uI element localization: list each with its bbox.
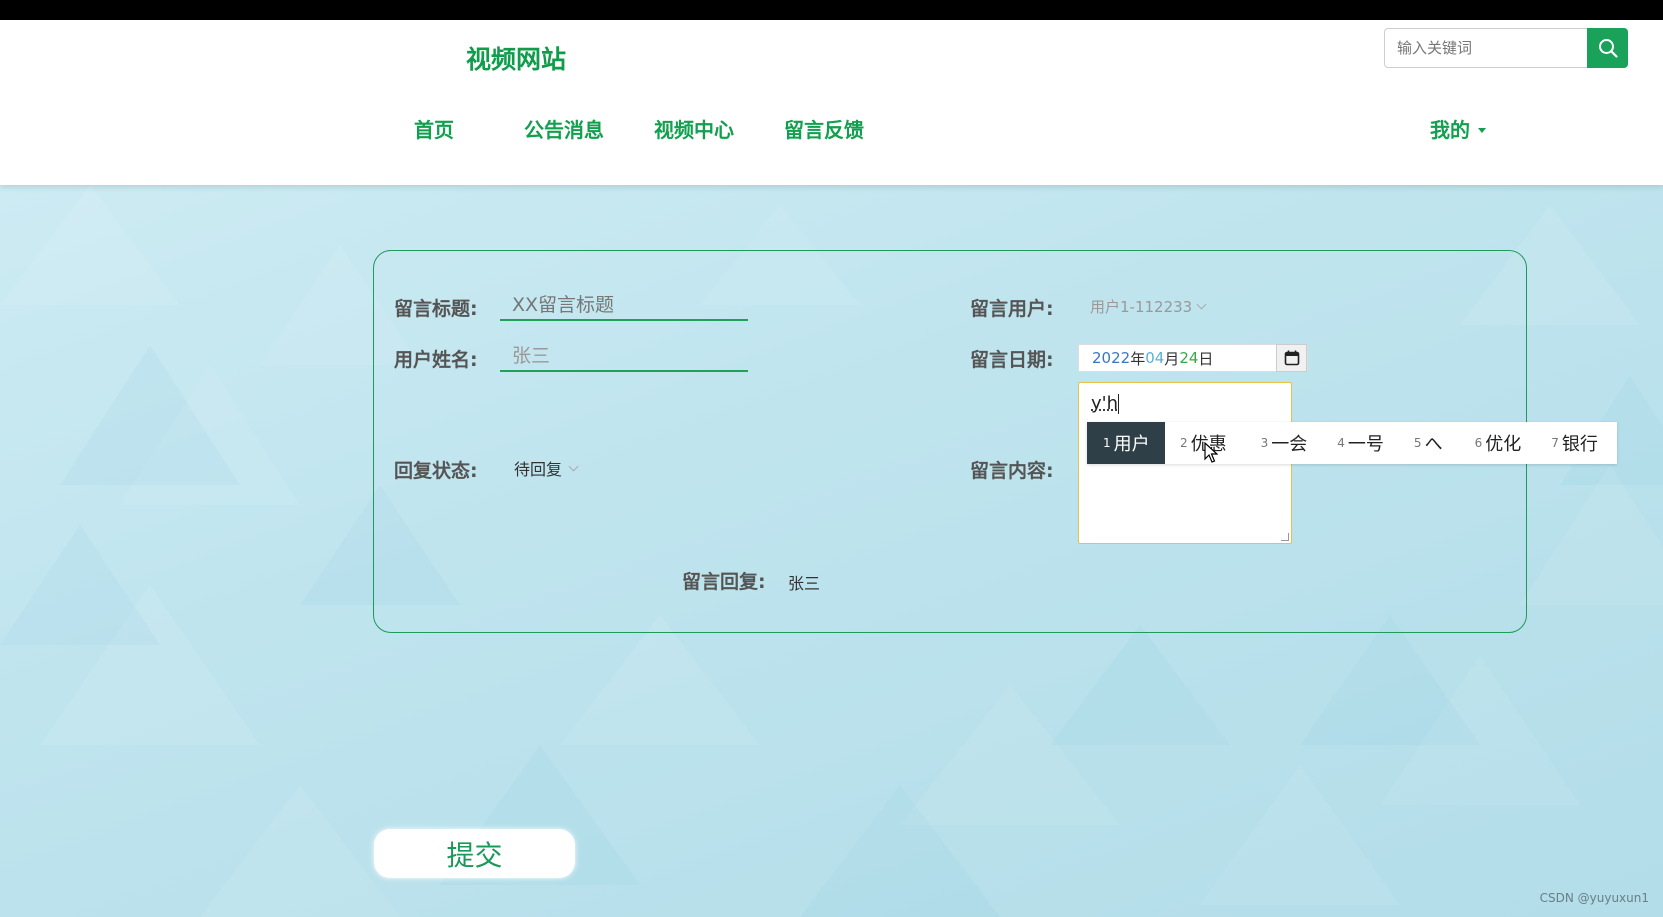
- nav-item-video-center[interactable]: 视频中心: [654, 114, 734, 143]
- ime-candidate-number: 6: [1474, 436, 1483, 450]
- title-input[interactable]: XX留言标题: [500, 287, 748, 321]
- text-caret: [1118, 394, 1120, 414]
- ime-candidate-text: 优化: [1485, 434, 1522, 455]
- date-year-char: 年: [1130, 349, 1146, 368]
- ime-candidate-number: 1: [1103, 436, 1111, 450]
- user-select[interactable]: 用户1-112233: [1090, 296, 1207, 317]
- user-label: 留言用户:: [970, 298, 1054, 320]
- site-logo[interactable]: 视频网站: [466, 40, 566, 76]
- chevron-down-icon: [568, 461, 579, 471]
- nav-item-announcements[interactable]: 公告消息: [524, 114, 604, 143]
- title-input-value: XX留言标题: [512, 293, 615, 316]
- submit-button[interactable]: 提交: [374, 829, 575, 878]
- ime-candidate-6[interactable]: 6 优化: [1466, 422, 1531, 464]
- status-select-value: 待回复: [514, 460, 563, 479]
- ime-candidate-text: 一号: [1347, 434, 1384, 455]
- date-year: 2022: [1092, 349, 1131, 367]
- user-select-value: 用户1-112233: [1090, 298, 1193, 316]
- ime-candidate-bar: 1 用户 2 优惠 3 一会 4 一号 5へ 6 优化 7 银行: [1087, 422, 1617, 464]
- content-typed-text: y'h: [1091, 393, 1119, 414]
- chevron-down-icon: [1478, 127, 1486, 133]
- name-label: 用户姓名:: [394, 349, 478, 371]
- date-month: 04: [1145, 349, 1165, 367]
- name-input[interactable]: 张三: [500, 338, 748, 372]
- date-day: 24: [1179, 349, 1199, 367]
- ime-candidate-5[interactable]: 5へ: [1405, 422, 1452, 464]
- top-black-bar: [0, 0, 1663, 20]
- search-button[interactable]: [1587, 28, 1628, 68]
- search-input[interactable]: [1384, 28, 1587, 68]
- reply-label: 留言回复:: [682, 571, 766, 593]
- title-label: 留言标题:: [394, 298, 478, 320]
- ime-candidate-number: 3: [1260, 436, 1269, 450]
- resize-handle[interactable]: [1281, 533, 1289, 541]
- ime-candidate-text: 银行: [1561, 434, 1598, 455]
- date-day-char: 日: [1198, 349, 1214, 368]
- status-select[interactable]: 待回复: [514, 456, 579, 480]
- name-input-value: 张三: [512, 344, 551, 367]
- calendar-icon: [1284, 350, 1299, 366]
- ime-candidate-number: 2: [1180, 436, 1188, 450]
- nav-item-feedback[interactable]: 留言反馈: [784, 114, 864, 143]
- ime-candidate-text: 用户: [1113, 434, 1150, 455]
- ime-candidate-3[interactable]: 3 一会: [1252, 422, 1317, 464]
- mine-dropdown[interactable]: 我的: [1430, 114, 1486, 143]
- ime-candidate-4[interactable]: 4 一号: [1328, 422, 1393, 464]
- ime-candidate-number: 4: [1337, 436, 1345, 450]
- ime-candidate-text: 一会: [1271, 434, 1308, 455]
- reply-value: 张三: [788, 574, 821, 593]
- search-bar: [1384, 28, 1628, 68]
- ime-candidate-number: 5: [1413, 436, 1422, 450]
- chevron-down-icon: [1196, 299, 1207, 310]
- status-label: 回复状态:: [394, 460, 478, 482]
- main-nav: 首页 公告消息 视频中心 留言反馈: [0, 114, 1663, 154]
- search-icon: [1598, 39, 1618, 58]
- mine-label: 我的: [1430, 118, 1470, 142]
- ime-candidate-number: 7: [1551, 436, 1559, 450]
- site-header: 视频网站 首页 公告消息 视频中心 留言反馈 我的: [0, 20, 1663, 185]
- nav-item-home[interactable]: 首页: [414, 114, 454, 143]
- ime-candidate-7[interactable]: 7 银行: [1542, 422, 1607, 464]
- content-label: 留言内容:: [970, 460, 1054, 482]
- watermark: CSDN @yuyuxun1: [1539, 891, 1649, 905]
- date-label: 留言日期:: [970, 349, 1054, 371]
- calendar-button[interactable]: [1276, 344, 1307, 372]
- ime-candidate-1[interactable]: 1 用户: [1087, 422, 1165, 464]
- date-input[interactable]: 2022 年 04 月 24 日: [1078, 344, 1308, 372]
- ime-candidate-text: へ: [1424, 434, 1443, 455]
- mouse-pointer-icon: [1204, 442, 1218, 463]
- date-month-char: 月: [1164, 349, 1180, 368]
